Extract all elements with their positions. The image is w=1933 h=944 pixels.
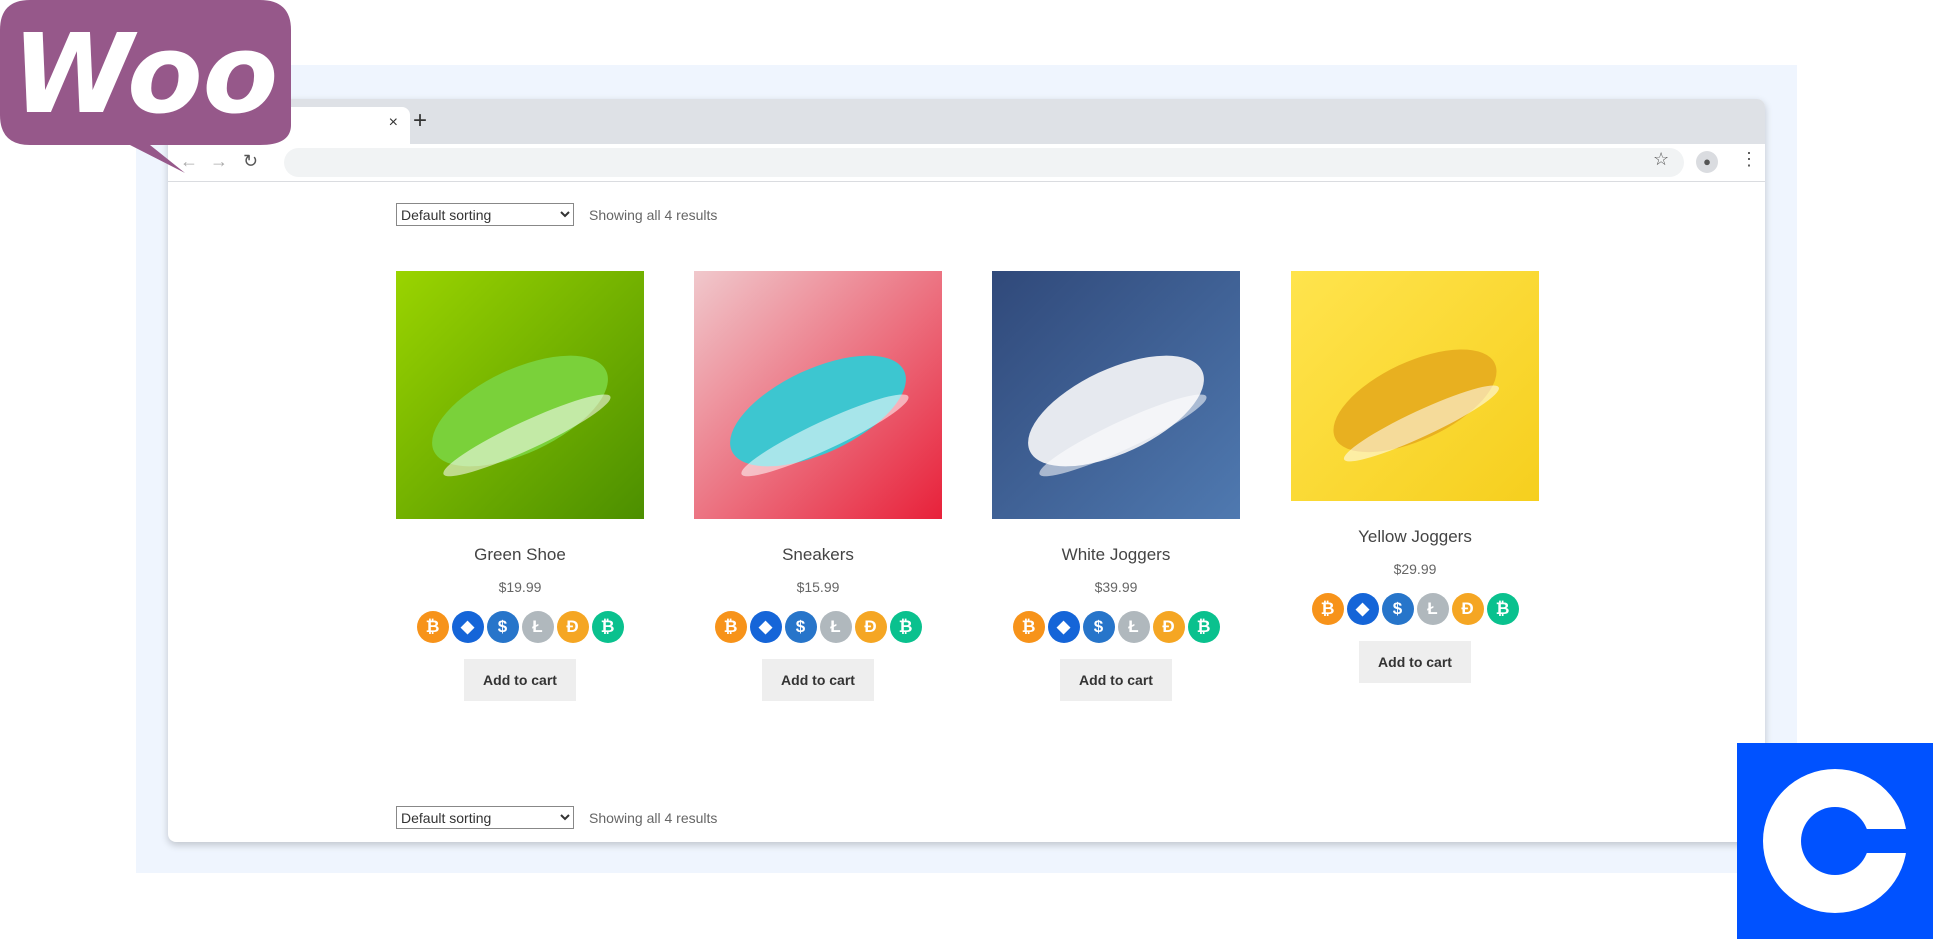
usdc-icon: $ [1082,611,1115,643]
product-price: $19.99 [498,579,542,595]
sort-select[interactable]: Default sorting [396,806,574,829]
bitcoin-cash-icon: ₿ [1187,611,1220,643]
crypto-payment-icons: ₿ ◆ $ Ł Ð ₿ [396,611,644,643]
add-to-cart-button[interactable]: Add to cart [1359,641,1471,683]
dai-icon: Ð [1152,611,1185,643]
litecoin-icon: Ł [521,611,554,643]
crypto-payment-icons: ₿ ◆ $ Ł Ð ₿ [992,611,1240,643]
browser-toolbar: ← → ↻ ☆ ● ⋮ [168,144,1765,182]
woocommerce-logo: Woo [0,0,291,173]
bitcoin-cash-icon: ₿ [1486,593,1519,625]
close-tab-icon[interactable]: × [389,114,398,132]
result-count: Showing all 4 results [589,809,718,826]
profile-icon[interactable]: ● [1696,151,1718,173]
product-card: Yellow Joggers $29.99 ₿ ◆ $ Ł Ð ₿ Add to cart [1291,271,1539,683]
crypto-payment-icons: ₿ ◆ $ Ł Ð ₿ [1291,593,1539,625]
crypto-payment-icons: ₿ ◆ $ Ł Ð ₿ [694,611,942,643]
ethereum-icon: ◆ [451,611,484,643]
bookmark-star-icon[interactable]: ☆ [1653,149,1669,170]
ethereum-icon: ◆ [1346,593,1379,625]
product-image[interactable] [1291,271,1539,501]
product-image[interactable] [694,271,942,519]
sort-bar-bottom: Default sorting Showing all 4 results [396,806,717,829]
product-price: $29.99 [1393,561,1437,577]
bitcoin-icon: ₿ [1311,593,1344,625]
product-card: White Joggers $39.99 ₿ ◆ $ Ł Ð ₿ Add to cart [992,271,1240,701]
svg-text:Woo: Woo [12,10,278,138]
bitcoin-cash-icon: ₿ [889,611,922,643]
product-card: Green Shoe $19.99 ₿ ◆ $ Ł Ð ₿ Add to cart [396,271,644,701]
address-bar[interactable] [284,148,1684,177]
dai-icon: Ð [556,611,589,643]
product-card: Sneakers $15.99 ₿ ◆ $ Ł Ð ₿ Add to cart [694,271,942,701]
bitcoin-icon: ₿ [1012,611,1045,643]
usdc-icon: $ [784,611,817,643]
product-title[interactable]: Green Shoe [396,545,644,565]
add-to-cart-button[interactable]: Add to cart [464,659,576,701]
usdc-icon: $ [486,611,519,643]
ethereum-icon: ◆ [749,611,782,643]
add-to-cart-button[interactable]: Add to cart [762,659,874,701]
result-count: Showing all 4 results [589,206,718,223]
product-price: $39.99 [1094,579,1138,595]
sort-select[interactable]: Default sorting [396,203,574,226]
litecoin-icon: Ł [819,611,852,643]
ethereum-icon: ◆ [1047,611,1080,643]
tab-strip: × + [168,99,1765,144]
bitcoin-icon: ₿ [714,611,747,643]
dai-icon: Ð [1451,593,1484,625]
product-price: $15.99 [796,579,840,595]
browser-window: × + ← → ↻ ☆ ● ⋮ Default sorting Showing … [168,99,1765,842]
product-image[interactable] [396,271,644,519]
usdc-icon: $ [1381,593,1414,625]
dai-icon: Ð [854,611,887,643]
bitcoin-icon: ₿ [416,611,449,643]
product-title[interactable]: White Joggers [992,545,1240,565]
sort-bar-top: Default sorting Showing all 4 results [396,203,717,226]
bitcoin-cash-icon: ₿ [591,611,624,643]
product-title[interactable]: Yellow Joggers [1291,527,1539,547]
add-to-cart-button[interactable]: Add to cart [1060,659,1172,701]
product-image[interactable] [992,271,1240,519]
product-title[interactable]: Sneakers [694,545,942,565]
menu-icon[interactable]: ⋮ [1740,149,1758,170]
new-tab-icon[interactable]: + [413,107,427,135]
litecoin-icon: Ł [1117,611,1150,643]
litecoin-icon: Ł [1416,593,1449,625]
coinbase-logo [1737,743,1933,939]
